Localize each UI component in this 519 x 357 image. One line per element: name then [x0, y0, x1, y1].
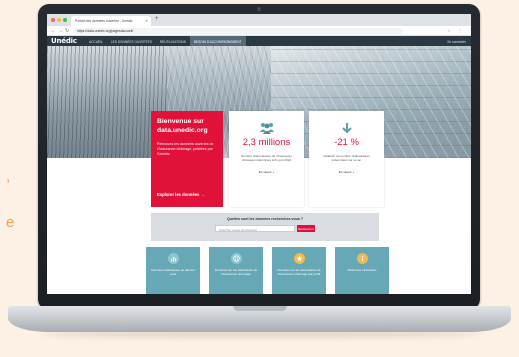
- browser-tab-bar: Portail des données ouvertes - Unédic ✕ …: [47, 14, 471, 26]
- stat-description: Variation du nombre d'allocataires indem…: [323, 154, 370, 163]
- menu-item-accueil[interactable]: Accueil: [85, 36, 107, 46]
- tile-label: Données statistiques au dernier mois: [151, 268, 195, 277]
- browser-tab[interactable]: Portail des données ouvertes - Unédic ✕: [71, 16, 151, 26]
- tile-statistiques[interactable]: Données statistiques au dernier mois: [146, 247, 200, 294]
- new-tab-icon[interactable]: +: [155, 16, 159, 22]
- site-header: Unédic Accueil Les données ouvertes Réut…: [47, 36, 471, 46]
- laptop-notch: [233, 306, 287, 311]
- main-menu: Accueil Les données ouvertes Réutilisati…: [85, 36, 246, 46]
- window-controls: [51, 18, 67, 22]
- tab-title: Portail des données ouvertes - Unédic: [75, 19, 133, 23]
- background-text-fragment: e: [6, 214, 15, 231]
- search-input[interactable]: Chercher un jeu de données: [215, 225, 295, 232]
- globe-icon: [230, 253, 242, 264]
- laptop-screen: Portail des données ouvertes - Unédic ✕ …: [47, 14, 471, 294]
- stat-description: Nombre d'allocataires de l'Assurance chô…: [241, 154, 292, 163]
- stat-more-link[interactable]: En savoir +: [309, 170, 384, 174]
- background-text-fragment: ,: [6, 168, 11, 185]
- navigation-icons[interactable]: ←→↻: [51, 28, 71, 34]
- site-logo[interactable]: Unédic: [51, 37, 77, 45]
- minimize-window-icon[interactable]: [57, 18, 61, 22]
- camera: [257, 7, 261, 11]
- tile-indicateurs[interactable]: Données sur les indicateurs de l'Assuran…: [209, 247, 263, 294]
- close-window-icon[interactable]: [51, 18, 55, 22]
- stat-value: 2,3 millions: [242, 137, 291, 148]
- tile-label: Données sur les allocataires de l'Assura…: [277, 268, 321, 277]
- search-button[interactable]: Rechercher: [297, 225, 315, 232]
- signin-link[interactable]: Se connecter: [447, 40, 466, 44]
- stat-value: -21 %: [334, 137, 359, 148]
- info-icon: [356, 253, 368, 264]
- address-bar: ←→↻ https://data.unedic.org/pages/accuei…: [47, 26, 471, 36]
- menu-item-donnees[interactable]: Les données ouvertes: [107, 36, 156, 46]
- star-icon: [293, 253, 305, 264]
- tile-label: Données sur les indicateurs de l'Assuran…: [214, 268, 258, 277]
- hero-architecture-left: [47, 46, 167, 158]
- welcome-card: Bienvenue sur data.unedic.org Retrouvez …: [151, 111, 223, 207]
- browser-menu-icon[interactable]: ☆ ⋮: [447, 28, 465, 33]
- maximize-window-icon[interactable]: [63, 18, 67, 22]
- tile-reformes[interactable]: Réformes / Evolution: [335, 247, 389, 294]
- url-field[interactable]: https://data.unedic.org/pages/accueil/: [73, 28, 403, 34]
- laptop-base: [8, 306, 511, 332]
- welcome-title: Bienvenue sur data.unedic.org: [157, 118, 208, 134]
- arrow-down-icon: [309, 121, 384, 134]
- chart-icon: [167, 253, 179, 264]
- stat-card-allocataires: 2,3 millions Nombre d'allocataires de l'…: [229, 111, 304, 207]
- welcome-text: Retrouvez les données ouvertes de l'Assu…: [157, 142, 214, 156]
- stat-more-link[interactable]: En savoir +: [229, 170, 304, 174]
- menu-item-accompagnement[interactable]: Besoin d'accompagnement: [189, 36, 246, 46]
- search-title: Quelles sont les données recherchez-vous…: [226, 217, 304, 221]
- tile-allocataires[interactable]: Données sur les allocataires de l'Assura…: [272, 247, 326, 294]
- tab-close-icon[interactable]: ✕: [145, 19, 148, 23]
- stat-card-variation: -21 % Variation du nombre d'allocataires…: [309, 111, 384, 207]
- search-section: Quelles sont les données recherchez-vous…: [151, 213, 379, 241]
- people-icon: [229, 121, 304, 134]
- explore-data-link[interactable]: Explorer les données →: [157, 192, 205, 197]
- tile-label: Réformes / Evolution: [347, 268, 377, 272]
- menu-item-reutilisations[interactable]: Réutilisations: [156, 36, 190, 46]
